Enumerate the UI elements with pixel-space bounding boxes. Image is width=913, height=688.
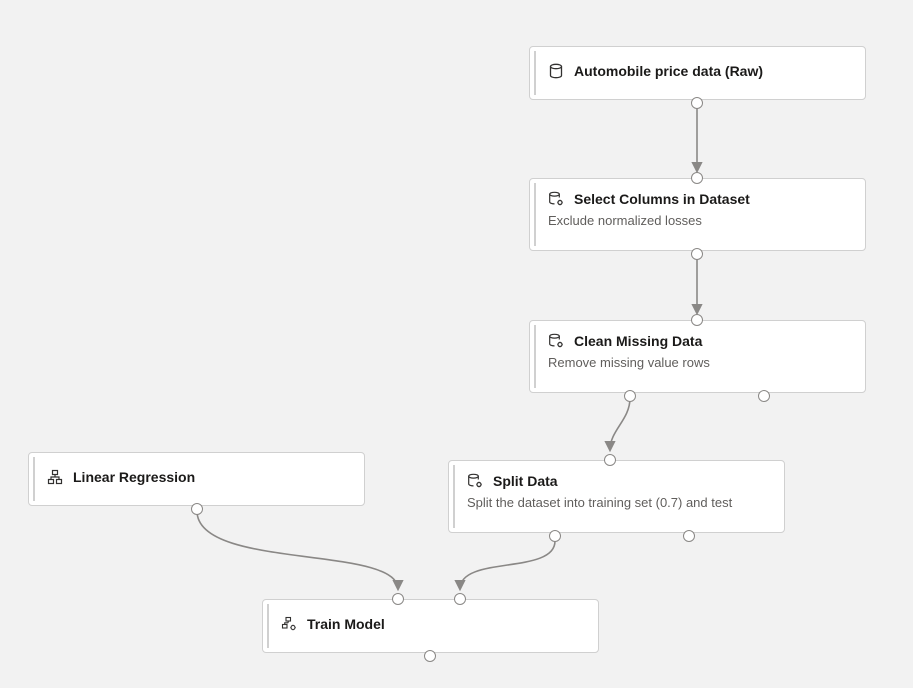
port-in-right[interactable] xyxy=(454,593,466,605)
port-in-left[interactable] xyxy=(392,593,404,605)
node-train-model[interactable]: Train Model xyxy=(262,599,599,653)
node-accent xyxy=(453,465,455,528)
module-icon xyxy=(47,469,63,485)
node-subtitle: Split the dataset into training set (0.7… xyxy=(449,495,784,522)
node-select-columns[interactable]: Select Columns in Dataset Exclude normal… xyxy=(529,178,866,251)
node-accent xyxy=(534,51,536,95)
port-out-left[interactable] xyxy=(624,390,636,402)
node-accent xyxy=(267,604,269,648)
port-in[interactable] xyxy=(691,172,703,184)
port-in[interactable] xyxy=(604,454,616,466)
node-accent xyxy=(33,457,35,501)
node-subtitle: Exclude normalized losses xyxy=(530,213,865,240)
node-title: Split Data xyxy=(493,473,558,489)
port-out-left[interactable] xyxy=(549,530,561,542)
node-accent xyxy=(534,325,536,388)
node-title: Linear Regression xyxy=(73,469,195,485)
database-icon xyxy=(548,63,564,79)
node-accent xyxy=(534,183,536,246)
port-out[interactable] xyxy=(424,650,436,662)
port-out-right[interactable] xyxy=(758,390,770,402)
node-title: Clean Missing Data xyxy=(574,333,702,349)
port-in[interactable] xyxy=(691,314,703,326)
node-title: Train Model xyxy=(307,616,385,632)
node-data-source[interactable]: Automobile price data (Raw) xyxy=(529,46,866,100)
node-subtitle: Remove missing value rows xyxy=(530,355,865,382)
port-out[interactable] xyxy=(691,248,703,260)
database-gear-icon xyxy=(467,473,483,489)
database-gear-icon xyxy=(548,333,564,349)
node-split-data[interactable]: Split Data Split the dataset into traini… xyxy=(448,460,785,533)
port-out[interactable] xyxy=(191,503,203,515)
database-gear-icon xyxy=(548,191,564,207)
port-out-right[interactable] xyxy=(683,530,695,542)
node-title: Select Columns in Dataset xyxy=(574,191,750,207)
module-gear-icon xyxy=(281,616,297,632)
node-title: Automobile price data (Raw) xyxy=(574,63,763,79)
node-linear-regression[interactable]: Linear Regression xyxy=(28,452,365,506)
pipeline-canvas[interactable]: Automobile price data (Raw) Select Colum… xyxy=(0,0,913,688)
port-out[interactable] xyxy=(691,97,703,109)
node-clean-missing[interactable]: Clean Missing Data Remove missing value … xyxy=(529,320,866,393)
